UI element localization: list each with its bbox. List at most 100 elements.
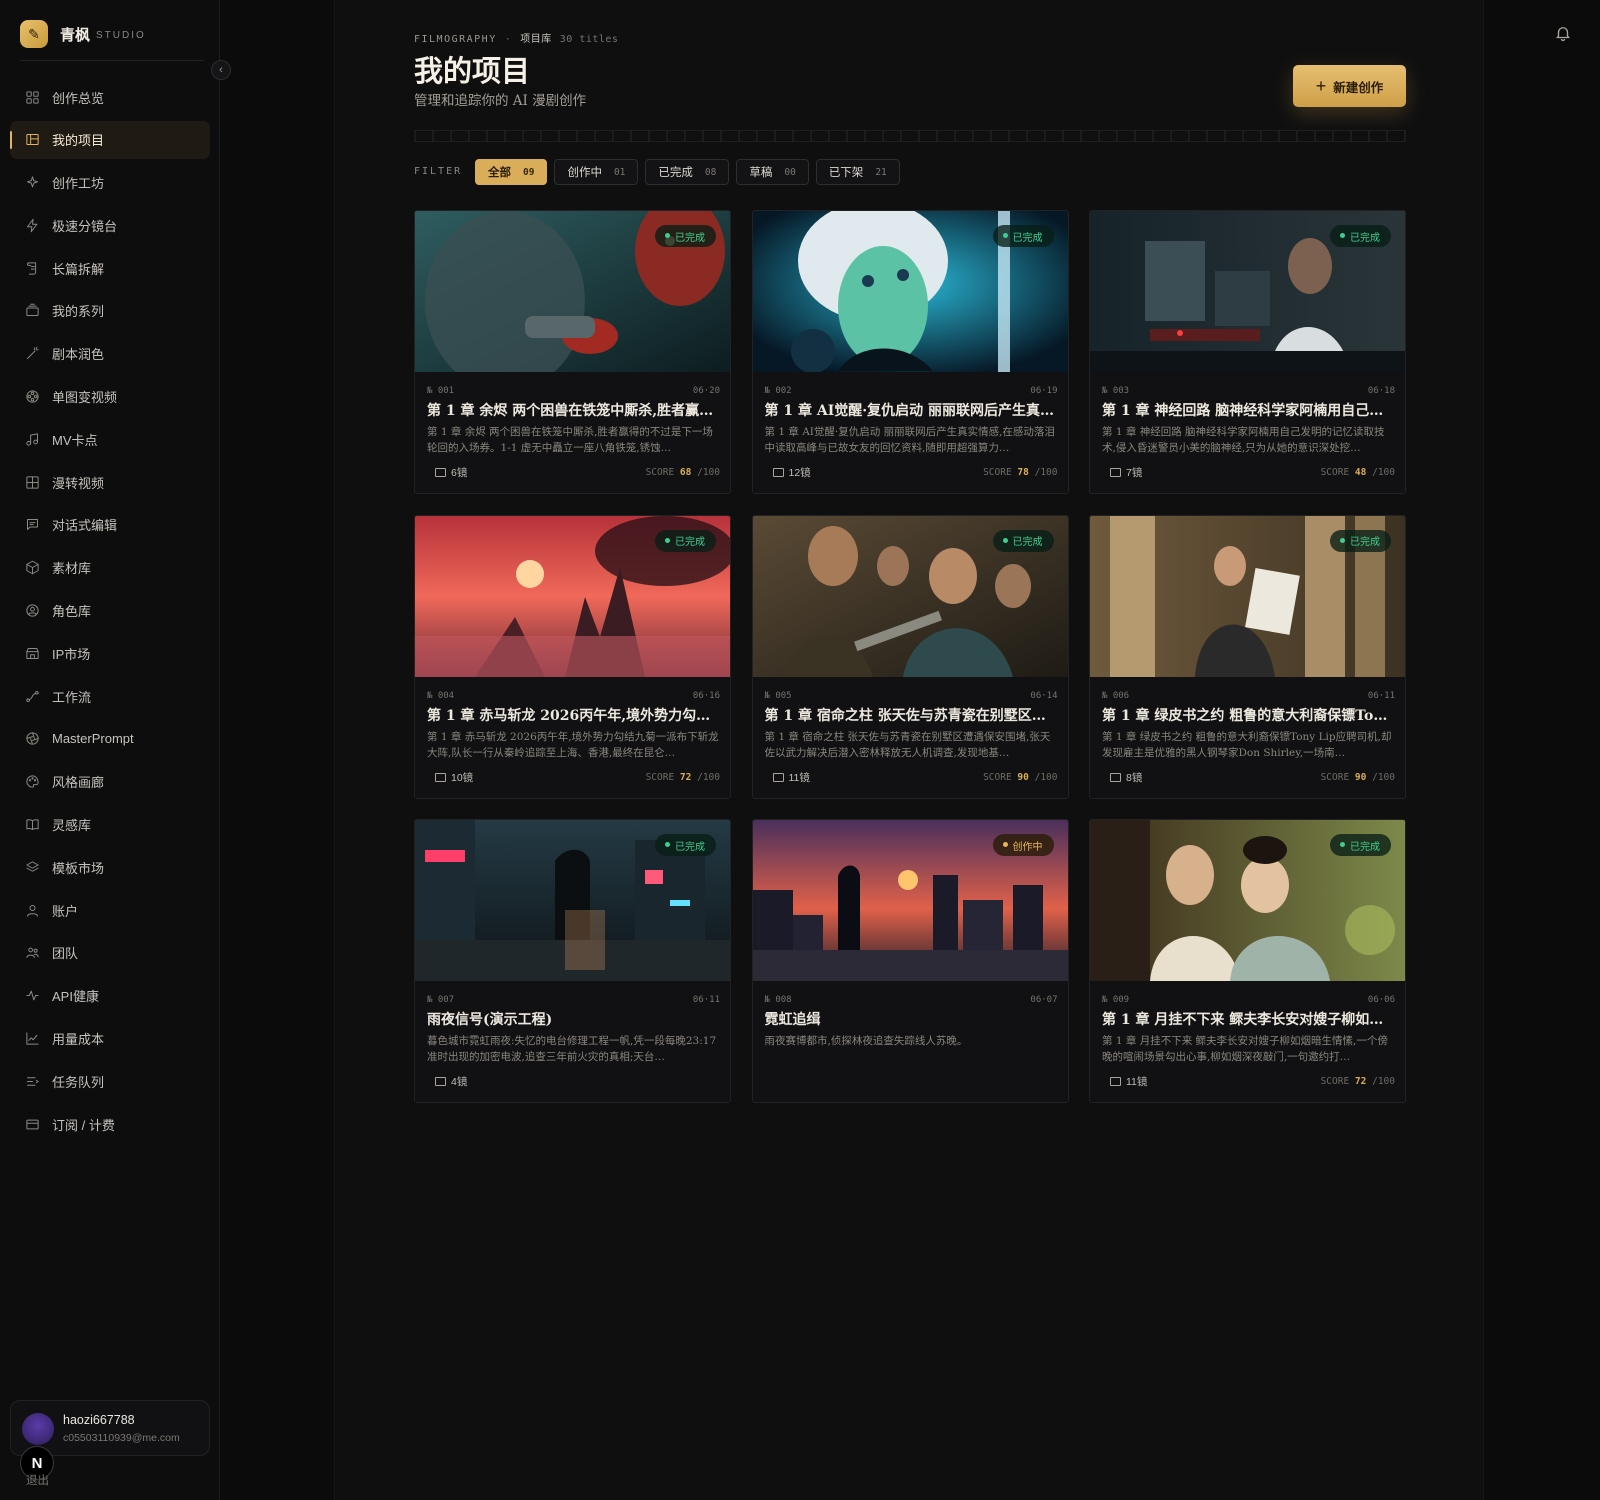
shot-count-label: 12镜 xyxy=(788,467,811,479)
sidebar-item-18[interactable]: 模板市场 xyxy=(10,848,210,886)
collapse-sidebar-button[interactable]: ‹ xyxy=(211,60,231,80)
filter-chips: 全部 09 创作中 01 已完成 08 草稿 00 已下架 21 xyxy=(475,159,907,185)
user-icon xyxy=(24,902,40,918)
filter-chip-count: 09 xyxy=(523,166,535,178)
shot-count: 6镜 xyxy=(435,465,467,480)
filter-chip-0[interactable]: 全部 09 xyxy=(475,159,548,185)
score-value: 48 xyxy=(1354,467,1367,478)
team-icon xyxy=(24,945,40,961)
film-icon xyxy=(1110,468,1121,477)
status-badge: 已完成 xyxy=(992,225,1054,247)
sidebar-item-8[interactable]: MV卡点 xyxy=(10,420,210,458)
sidebar-item-23[interactable]: 任务队列 xyxy=(10,1062,210,1100)
new-project-button[interactable]: + 新建创作 xyxy=(1293,65,1406,107)
sidebar-item-10[interactable]: 对话式编辑 xyxy=(10,506,210,544)
workflow-icon xyxy=(24,688,40,704)
sidebar-item-24[interactable]: 订阅 / 计费 xyxy=(10,1105,210,1143)
project-card[interactable]: 已完成 № 006 06·11 第 1 章 绿皮书之约 粗鲁的意大利裔保镖Ton… 第 … xyxy=(1089,514,1406,799)
sidebar-item-label: 创作工坊 xyxy=(52,176,105,192)
project-date: 06·20 xyxy=(692,386,720,396)
sidebar-item-17[interactable]: 灵感库 xyxy=(10,806,210,844)
score-value: 90 xyxy=(1017,771,1029,783)
sidebar-item-13[interactable]: IP市场 xyxy=(10,634,210,672)
brand[interactable]: ✎ 青枫 STUDIO xyxy=(20,20,146,48)
sidebar-item-19[interactable]: 账户 xyxy=(10,891,210,929)
brand-name: 青枫 xyxy=(60,26,91,44)
card-footer: 11镜 SCORE 72 /100 xyxy=(1110,1074,1395,1089)
project-card[interactable]: 已完成 № 002 06·19 第 1 章 AI觉醒·复仇启动 丽丽联网后产生真… 第 … xyxy=(751,210,1069,494)
project-id: № 009 xyxy=(1102,995,1130,1005)
project-id: № 006 xyxy=(1102,690,1130,701)
score-label: SCORE xyxy=(1320,1076,1350,1087)
sidebar-item-21[interactable]: API健康 xyxy=(10,977,210,1015)
card-meta: № 005 06·14 xyxy=(765,691,1058,701)
stack-icon xyxy=(24,303,40,319)
sidebar-item-5[interactable]: 我的系列 xyxy=(10,292,210,330)
sidebar-item-15[interactable]: MasterPrompt xyxy=(10,720,210,758)
sidebar-item-20[interactable]: 团队 xyxy=(10,934,210,972)
sidebar-item-7[interactable]: 单图变视频 xyxy=(10,378,210,416)
crumb-library[interactable]: 项目库 xyxy=(520,34,552,45)
film-reel-icon xyxy=(24,389,40,405)
card-meta: № 003 06·18 xyxy=(1102,386,1395,396)
project-card[interactable]: 已完成 № 003 06·18 第 1 章 神经回路 脑神经科学家阿楠用自己发… 第 1… xyxy=(1089,210,1406,494)
project-title: 第 1 章 神经回路 脑神经科学家阿楠用自己发… xyxy=(1102,403,1395,419)
film-icon xyxy=(1110,772,1121,782)
shot-count-label: 10镜 xyxy=(451,771,474,784)
sparkle-icon xyxy=(24,175,40,191)
bolt-icon xyxy=(24,217,40,233)
project-title: 第 1 章 绿皮书之约 粗鲁的意大利裔保镖Ton… xyxy=(1102,707,1395,724)
sidebar-item-4[interactable]: 长篇拆解 xyxy=(10,249,210,287)
notification-bell-icon[interactable] xyxy=(1554,24,1572,42)
shot-count-label: 11镜 xyxy=(788,771,810,784)
project-date: 06·19 xyxy=(1030,386,1058,396)
sidebar-item-3[interactable]: 极速分镜台 xyxy=(10,206,210,244)
shot-count-label: 8镜 xyxy=(1126,771,1143,784)
sidebar-item-2[interactable]: 创作工坊 xyxy=(10,164,210,202)
project-card[interactable]: 创作中 № 008 06·07 霓虹追缉 雨夜赛博都市,侦探林夜追查失踪线人苏晚。 xyxy=(751,819,1069,1103)
sidebar-item-1[interactable]: 我的项目 xyxy=(10,120,210,159)
sidebar-nav: 创作总览我的项目创作工坊极速分镜台长篇拆解我的系列剧本润色单图变视频 MV卡点漫转… xyxy=(10,78,210,1148)
project-description: 暮色城市霓虹雨夜:失忆的电台修理工程一帆,凭一段每晚23:17 准时出现的加密电… xyxy=(427,1035,717,1063)
project-title: 第 1 章 赤马斩龙 2026丙午年,境外势力勾结… xyxy=(427,707,720,724)
card-meta: № 004 06·16 xyxy=(427,691,720,701)
filter-chip-4[interactable]: 已下架 21 xyxy=(815,159,900,185)
card-meta: № 006 06·11 xyxy=(1102,691,1395,701)
project-card[interactable]: 已完成 № 009 06·06 第 1 章 月挂不下来 鳏夫李长安对嫂子柳如烟… 第 1… xyxy=(1089,819,1406,1103)
filter-chip-label: 已完成 xyxy=(658,167,693,179)
sidebar-item-14[interactable]: 工作流 xyxy=(10,677,210,715)
status-badge: 已完成 xyxy=(1330,529,1391,552)
shot-count-label: 11镜 xyxy=(1126,1076,1148,1088)
sidebar-item-6[interactable]: 剧本润色 xyxy=(10,335,210,373)
filter-chip-label: 草稿 xyxy=(749,167,773,179)
score: SCORE 90 /100 xyxy=(1321,772,1395,783)
project-id: № 007 xyxy=(427,995,455,1005)
sidebar-item-label: 我的系列 xyxy=(52,304,105,320)
sidebar-item-9[interactable]: 漫转视频 xyxy=(10,463,210,501)
chart-line-icon xyxy=(24,1031,40,1047)
sidebar-item-22[interactable]: 用量成本 xyxy=(10,1020,210,1058)
sidebar-item-11[interactable]: 素材库 xyxy=(10,549,210,587)
project-card[interactable]: 已完成 № 007 06·11 雨夜信号(演示工程) 暮色城市霓虹雨夜:失忆的电台修理工… xyxy=(414,819,731,1103)
project-date: 06·18 xyxy=(1367,386,1395,396)
shot-count: 4镜 xyxy=(435,1074,467,1089)
score-label: SCORE xyxy=(645,771,675,783)
project-card[interactable]: 已完成 № 005 06·14 第 1 章 宿命之柱 张天佐与苏青瓷在别墅区遭… 第 1… xyxy=(751,514,1069,799)
score-value: 90 xyxy=(1354,771,1367,783)
project-card[interactable]: 已完成 № 001 06·20 第 1 章 余烬 两个困兽在铁笼中厮杀,胜者赢得… 第 … xyxy=(414,210,731,494)
card-footer: 12镜 SCORE 78 /100 xyxy=(772,465,1058,480)
project-card[interactable]: 已完成 № 004 06·16 第 1 章 赤马斩龙 2026丙午年,境外势力勾结… 第… xyxy=(414,514,731,799)
score-value: 68 xyxy=(679,467,692,478)
shot-count: 11镜 xyxy=(1110,1074,1147,1089)
sidebar-item-0[interactable]: 创作总览 xyxy=(10,78,210,116)
filter-chip-3[interactable]: 草稿 00 xyxy=(736,159,809,185)
score-label: SCORE xyxy=(1320,771,1350,783)
logout-button[interactable]: 退出 xyxy=(26,1472,49,1488)
filter-chip-2[interactable]: 已完成 08 xyxy=(645,159,730,185)
brand-sub: STUDIO xyxy=(96,30,146,41)
sidebar-item-16[interactable]: 风格画廊 xyxy=(10,763,210,801)
score-max: /100 xyxy=(1372,467,1395,478)
card-meta: № 002 06·19 xyxy=(765,386,1058,396)
sidebar-item-12[interactable]: 角色库 xyxy=(10,592,210,630)
filter-chip-1[interactable]: 创作中 01 xyxy=(554,159,639,185)
